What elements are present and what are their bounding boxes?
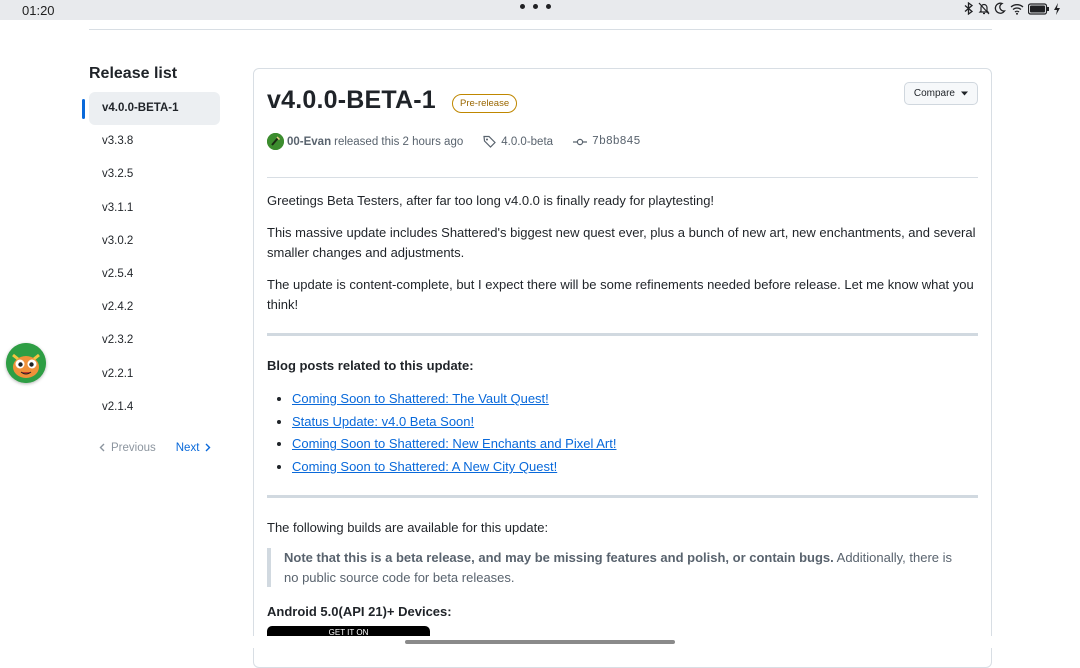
do-not-disturb-moon-icon [994,2,1006,14]
author-avatar-icon [267,133,284,150]
tag-link[interactable]: 4.0.0-beta [483,135,553,148]
top-divider [89,29,992,30]
author-avatar[interactable] [267,133,284,150]
pagination: Previous Next [82,442,222,454]
blog-link-city-quest[interactable]: Coming Soon to Shattered: A New City Que… [292,459,557,474]
sidebar-item-v3-1-1[interactable]: v3.1.1 [89,192,220,225]
list-item: Status Update: v4.0 Beta Soon! [292,412,616,435]
cartoon-face-icon [6,343,46,383]
content-complete-paragraph: The update is content-complete, but I ex… [267,277,974,312]
released-time-text: released this 2 hours ago [334,135,464,148]
caret-down-icon [961,91,968,96]
release-title[interactable]: v4.0.0-BETA-1 [267,86,436,115]
battery-icon [1028,2,1049,15]
commit-link[interactable]: 7b8b845 [573,135,640,148]
floating-assistant-avatar[interactable] [6,343,46,383]
next-button[interactable]: Next [176,442,212,454]
compare-label: Compare [913,88,955,99]
prerelease-badge: Pre-release [452,94,518,113]
sidebar-item-v3-3-8[interactable]: v3.3.8 [89,125,220,158]
charging-bolt-icon [1054,2,1060,15]
sidebar-item-v2-2-1[interactable]: v2.2.1 [89,358,220,391]
header-divider [267,177,978,178]
blog-posts-heading: Blog posts related to this update: [267,358,474,373]
wifi-icon [1010,3,1024,15]
commit-icon [573,138,588,145]
compare-button[interactable]: Compare [903,82,978,105]
blog-link-vault-quest[interactable]: Coming Soon to Shattered: The Vault Ques… [292,391,549,406]
release-meta: 00-Evan released this 2 hours ago 4.0.0-… [267,133,640,150]
sidebar-item-v3-0-2[interactable]: v3.0.2 [89,225,220,258]
blog-link-enchants-pixel-art[interactable]: Coming Soon to Shattered: New Enchants a… [292,436,616,451]
intro-paragraph: Greetings Beta Testers, after far too lo… [267,193,715,208]
bell-off-icon [978,2,990,15]
bluetooth-icon [964,2,974,15]
sidebar-item-v2-1-4[interactable]: v2.1.4 [89,391,220,424]
previous-label: Previous [111,441,156,454]
release-list-sidebar: Release list v4.0.0-BETA-1 v3.3.8 v3.2.5… [82,62,222,454]
list-item: Coming Soon to Shattered: The Vault Ques… [292,389,616,412]
tag-icon [483,135,497,148]
beta-note-quote: Note that this is a beta release, and ma… [267,548,967,587]
tag-label: 4.0.0-beta [501,135,554,148]
previous-button[interactable]: Previous [99,442,156,454]
section-divider-1 [267,333,978,336]
blog-link-beta-soon[interactable]: Status Update: v4.0 Beta Soon! [292,414,474,429]
sidebar-item-v4-0-0-beta-1[interactable]: v4.0.0-BETA-1 [82,92,220,126]
commit-hash: 7b8b845 [592,135,641,148]
status-icons [964,2,1060,15]
sidebar-title: Release list [89,65,178,82]
sidebar-item-v3-2-5[interactable]: v3.2.5 [89,158,220,191]
home-indicator[interactable] [405,640,675,644]
list-item: Coming Soon to Shattered: A New City Que… [292,457,616,480]
beta-note-bold: Note that this is a beta release, and ma… [284,550,834,565]
section-divider-2 [267,495,978,498]
list-item: Coming Soon to Shattered: New Enchants a… [292,434,616,457]
status-time: 01:20 [22,2,55,18]
release-card: v4.0.0-BETA-1 Pre-release Compare 00-Eva… [253,68,992,668]
status-bar: 01:20 [0,0,1080,20]
sidebar-item-v2-4-2[interactable]: v2.4.2 [89,291,220,324]
android-heading: Android 5.0(API 21)+ Devices: [267,604,452,619]
blog-posts-list: Coming Soon to Shattered: The Vault Ques… [292,389,616,480]
builds-paragraph: The following builds are available for t… [267,520,549,535]
sidebar-item-v2-5-4[interactable]: v2.5.4 [89,258,220,291]
window-menu-dots[interactable] [520,4,551,9]
chevron-right-icon [205,443,211,452]
author-link[interactable]: 00-Evan [287,136,331,148]
chevron-left-icon [99,443,105,452]
next-label: Next [175,441,200,454]
description-paragraph: This massive update includes Shattered's… [267,225,976,260]
sidebar-item-v2-3-2[interactable]: v2.3.2 [89,324,220,357]
